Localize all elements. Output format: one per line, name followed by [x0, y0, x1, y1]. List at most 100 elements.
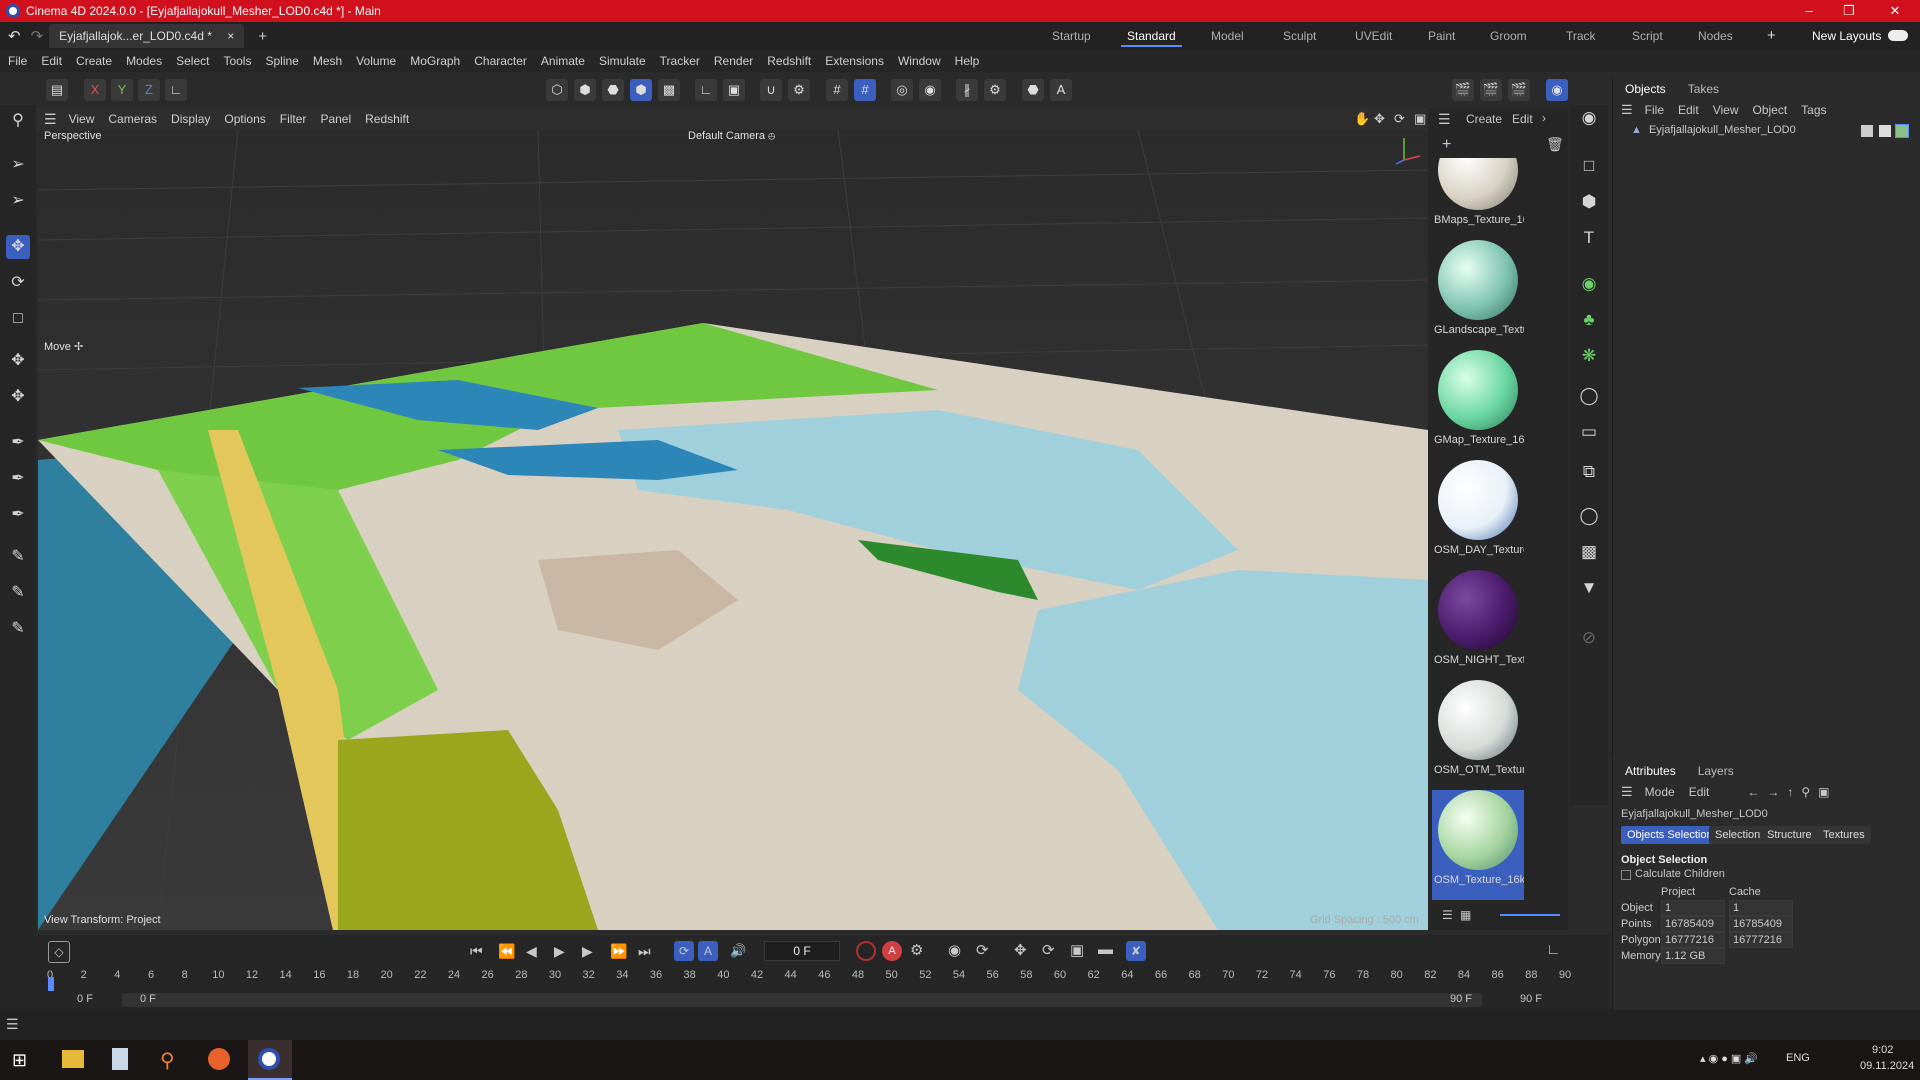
light-icon[interactable]: ▼	[1576, 575, 1602, 601]
clock-date[interactable]: 09.11.2024	[1860, 1060, 1914, 1072]
menu-tools[interactable]: Tools	[223, 54, 251, 68]
tweak-tool-icon[interactable]: ➢	[6, 189, 30, 213]
menu-tracker[interactable]: Tracker	[660, 54, 700, 68]
material-item[interactable]: OSM_OTM_Textur	[1432, 680, 1524, 790]
knife-tool-icon[interactable]: ✎	[6, 581, 30, 605]
preview-size-slider[interactable]	[1500, 914, 1560, 916]
polygons-mode-icon[interactable]: ⬣	[602, 79, 624, 101]
calc-children-checkbox[interactable]	[1621, 870, 1631, 880]
layout-tab-model[interactable]: Model	[1211, 22, 1244, 50]
file-explorer-icon[interactable]	[62, 1050, 84, 1068]
uvw-tag-icon[interactable]	[1879, 125, 1891, 137]
placement-tool-icon[interactable]: ✥	[6, 385, 30, 409]
layout-tab-track[interactable]: Track	[1566, 22, 1596, 50]
menu-window[interactable]: Window	[898, 54, 941, 68]
model-mode-icon[interactable]: ⬢	[630, 79, 652, 101]
close-window-button[interactable]: ✕	[1872, 0, 1918, 22]
add-tab-icon[interactable]: +	[258, 28, 267, 45]
new-material-icon[interactable]: +	[1442, 136, 1451, 154]
axis-y-lock[interactable]: Y	[111, 79, 133, 101]
new-layouts-toggle[interactable]	[1888, 30, 1908, 41]
list-view-icon[interactable]: ☰	[1442, 908, 1453, 922]
notepad-icon[interactable]	[112, 1048, 128, 1070]
cube-primitive-icon[interactable]: □	[1576, 153, 1602, 179]
auto-key-record-icon[interactable]: A	[882, 941, 902, 961]
axis-mode-icon[interactable]: ∟	[695, 79, 717, 101]
render-view-icon[interactable]: 🎬	[1480, 79, 1502, 101]
next-key-icon[interactable]: ⏩	[610, 943, 627, 960]
workplane-snap-icon[interactable]: #	[854, 79, 876, 101]
material-tag-icon[interactable]	[1895, 124, 1909, 138]
viewport-menu-view[interactable]: View	[69, 112, 95, 126]
points-mode-icon[interactable]: ⬡	[546, 79, 568, 101]
texture-mode-icon[interactable]: ▣	[723, 79, 745, 101]
material-menu-edit[interactable]: Edit	[1512, 112, 1533, 126]
objects-menu-edit[interactable]: Edit	[1678, 103, 1699, 117]
axis-x-lock[interactable]: X	[84, 79, 106, 101]
layout-tab-uvedit[interactable]: UVEdit	[1355, 22, 1392, 50]
loop-icon[interactable]: ⟳	[674, 941, 694, 961]
magnet-snap-icon[interactable]: ∪	[760, 79, 782, 101]
go-to-end-icon[interactable]: ⏭	[638, 943, 651, 960]
symmetry-icon[interactable]: ∦	[956, 79, 978, 101]
undo-icon[interactable]: ↶	[8, 27, 21, 45]
paint-brush-icon[interactable]: ✎	[6, 545, 30, 569]
viewport-menu-cameras[interactable]: Cameras	[108, 112, 157, 126]
lock-icon[interactable]: ▣	[1818, 785, 1829, 799]
snap-settings-icon[interactable]: ⚙	[788, 79, 810, 101]
objects-menu-view[interactable]: View	[1713, 103, 1739, 117]
edges-mode-icon[interactable]: ⬢	[574, 79, 596, 101]
axis-z-lock[interactable]: Z	[138, 79, 160, 101]
forward-arrow-icon[interactable]: →	[1767, 785, 1779, 799]
firefox-icon[interactable]	[208, 1048, 230, 1070]
layout-tab-groom[interactable]: Groom	[1490, 22, 1527, 50]
restore-button[interactable]: ❐	[1826, 0, 1872, 22]
render-settings-icon[interactable]: 🎬	[1508, 79, 1530, 101]
layout-tab-sculpt[interactable]: Sculpt	[1283, 22, 1316, 50]
3d-viewport[interactable]: Perspective Default Camera ⦺ Move ✢ View…	[38, 130, 1428, 930]
coordinate-system-icon[interactable]: ∟	[165, 79, 187, 101]
tab-attributes[interactable]: Attributes	[1625, 764, 1676, 778]
material-menu-create[interactable]: Create	[1466, 112, 1502, 126]
render-region-icon[interactable]: 🎬	[1452, 79, 1474, 101]
layout-tab-script[interactable]: Script	[1632, 22, 1663, 50]
tab-takes[interactable]: Takes	[1688, 82, 1719, 96]
spline-pen-icon[interactable]: ✒	[6, 431, 30, 455]
material-item[interactable]: BMaps_Texture_16	[1432, 158, 1524, 240]
viewport-menu-redshift[interactable]: Redshift	[365, 112, 409, 126]
key-pla-icon[interactable]: ▣	[1070, 941, 1084, 959]
object-row[interactable]: ▲ Eyjafjallajokull_Mesher_LOD0	[1631, 124, 1917, 142]
menu-modes[interactable]: Modes	[126, 54, 162, 68]
pan-view-icon[interactable]: ✋	[1354, 111, 1370, 127]
chevron-right-icon[interactable]: ›	[1542, 111, 1546, 125]
volume-icon[interactable]: ▭	[1576, 419, 1602, 445]
text-object-icon[interactable]: T	[1576, 225, 1602, 251]
prev-key-icon[interactable]: ⏪	[498, 943, 515, 960]
polygon-pen-icon[interactable]: ✎	[6, 617, 30, 641]
close-tab-icon[interactable]: ×	[227, 29, 234, 43]
objects-menu-file[interactable]: File	[1645, 103, 1664, 117]
preview-end-field[interactable]: 90 F	[1520, 993, 1542, 1005]
cube-object-icon[interactable]: ⬢	[1576, 189, 1602, 215]
menu-select[interactable]: Select	[176, 54, 209, 68]
search-icon[interactable]: ⚲	[1801, 785, 1810, 799]
material-item[interactable]: OSM_NIGHT_Textu	[1432, 570, 1524, 680]
key-options-icon[interactable]: ▬	[1098, 941, 1113, 958]
grid-view-icon[interactable]: ▦	[1460, 908, 1471, 922]
material-menu-icon[interactable]: ☰	[1438, 111, 1451, 128]
sound-icon[interactable]: 🔊	[730, 943, 746, 959]
uv-mode-icon[interactable]: ▩	[658, 79, 680, 101]
solo-icon[interactable]: ◉	[919, 79, 941, 101]
menu-file[interactable]: File	[8, 54, 27, 68]
menu-mesh[interactable]: Mesh	[313, 54, 342, 68]
keyframe-selection-icon[interactable]: ⚙	[910, 941, 923, 959]
timeline-manager-icon[interactable]: ∟	[1546, 941, 1561, 958]
redo-icon[interactable]: ↷	[31, 27, 44, 45]
rotate-view-icon[interactable]: ⟳	[1394, 111, 1405, 127]
menu-help[interactable]: Help	[955, 54, 980, 68]
layout-tab-nodes[interactable]: Nodes	[1698, 22, 1733, 50]
menu-render[interactable]: Render	[714, 54, 753, 68]
menu-extensions[interactable]: Extensions	[825, 54, 884, 68]
language-indicator[interactable]: ENG	[1786, 1052, 1810, 1064]
preview-range-icon[interactable]: A	[698, 941, 718, 961]
